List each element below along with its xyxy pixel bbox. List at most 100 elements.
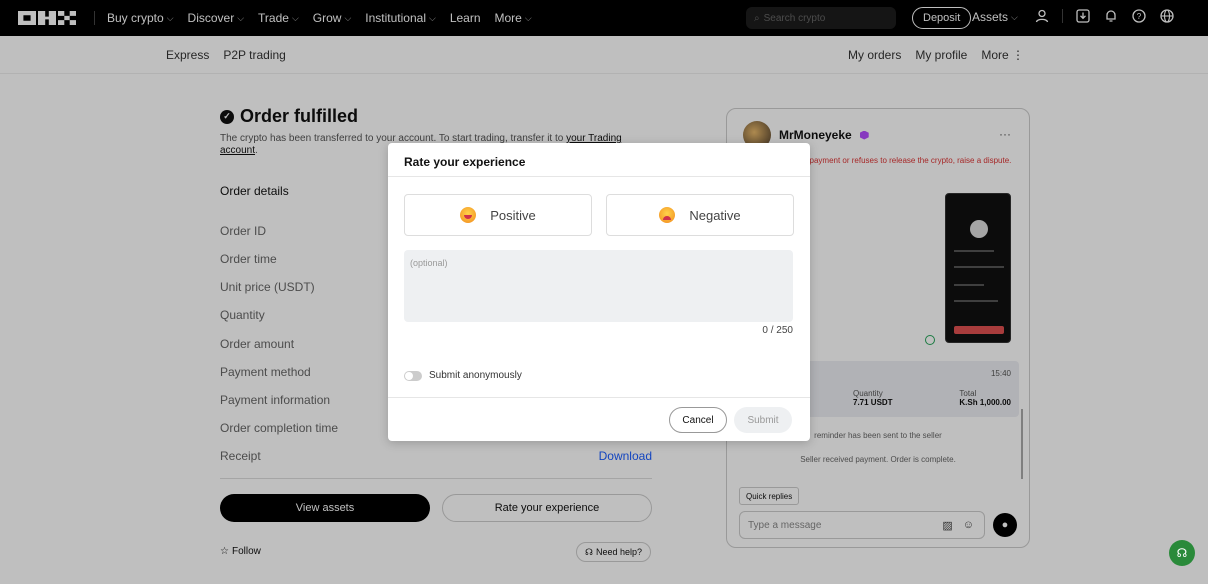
chevron-down-icon: ⌵	[166, 12, 174, 23]
bell-icon[interactable]	[1103, 8, 1119, 24]
image-upload-icon[interactable]: ▨	[942, 519, 952, 532]
help-icon[interactable]: ?	[1131, 8, 1147, 24]
delivered-check-icon	[925, 335, 935, 345]
image-avatar-shape	[970, 220, 988, 238]
nav-institutional[interactable]: Institutional ⌵	[365, 11, 436, 25]
card-time: 15:40	[990, 369, 1011, 378]
nav-discover[interactable]: Discover ⌵	[188, 11, 245, 25]
need-help-label: Need help?	[596, 547, 643, 557]
total-value: K.Sh 1,000.00	[959, 398, 1011, 407]
subnav-right: My orders My profile More ⋮	[848, 48, 1024, 62]
check-circle-icon: ✓	[220, 109, 234, 124]
positive-button[interactable]: Positive	[404, 194, 592, 236]
char-counter: 0 / 250	[762, 325, 793, 336]
rate-experience-modal: Rate your experience Positive Negative (…	[388, 143, 810, 441]
verified-badge-icon	[859, 130, 869, 140]
anonymous-toggle-row: Submit anonymously	[404, 370, 522, 381]
globe-icon[interactable]	[1159, 8, 1175, 24]
input-icons: ▨ ☺	[942, 519, 974, 532]
nav-learn[interactable]: Learn	[450, 11, 481, 25]
follow-label: Follow	[231, 546, 261, 557]
quantity-label: Quantity	[853, 389, 883, 398]
star-icon: ☆	[220, 546, 229, 557]
top-icons: ?	[1034, 8, 1175, 24]
rate-experience-button[interactable]: Rate your experience	[442, 494, 652, 522]
microphone-icon[interactable]: ●	[993, 513, 1017, 537]
subnav-more[interactable]: More ⋮	[981, 48, 1024, 62]
nav-label: More	[494, 11, 522, 25]
nav-label: Trade	[258, 11, 289, 25]
card-total: Total K.Sh 1,000.00	[959, 389, 1011, 407]
total-label: Total	[959, 389, 977, 398]
assets-menu[interactable]: Assets ⌵	[972, 10, 1018, 24]
chat-scrollbar[interactable]	[1021, 409, 1023, 479]
image-line	[954, 250, 994, 252]
subnav-express[interactable]: Express	[166, 48, 209, 62]
chevron-down-icon: ⌵	[237, 12, 245, 23]
chat-username[interactable]: MrMoneyeke	[779, 128, 852, 142]
subnav-my-profile[interactable]: My profile	[915, 48, 967, 62]
deposit-button[interactable]: Deposit	[912, 7, 972, 29]
image-red-bar	[954, 326, 1004, 334]
image-line	[954, 266, 1004, 268]
more-options-icon[interactable]: ···	[999, 127, 1011, 141]
follow-button[interactable]: ☆ Follow	[220, 546, 261, 557]
negative-label: Negative	[689, 207, 741, 223]
negative-button[interactable]: Negative	[606, 194, 794, 236]
order-title-text: Order fulfilled	[240, 106, 359, 126]
view-assets-button[interactable]: View assets	[220, 494, 430, 522]
main-nav: Buy crypto ⌵ Discover ⌵ Trade ⌵ Grow ⌵ Insti…	[107, 11, 532, 25]
need-help-button[interactable]: ☊ Need help?	[576, 542, 652, 562]
chevron-down-icon: ⌵	[428, 12, 436, 23]
nav-buy-crypto[interactable]: Buy crypto ⌵	[107, 11, 174, 25]
chevron-down-icon: ⌵	[524, 12, 532, 23]
message-input[interactable]: Type a message ▨ ☺	[739, 511, 985, 539]
headset-icon: ☊	[585, 546, 593, 557]
nav-label: Discover	[187, 11, 235, 25]
order-details-heading: Order details	[220, 184, 289, 198]
image-line	[954, 284, 984, 286]
image-line	[954, 300, 998, 302]
search-input[interactable]: ⌕ Search crypto	[746, 7, 896, 29]
sad-emoji-icon	[659, 207, 676, 223]
chevron-down-icon: ⌵	[1011, 11, 1018, 22]
quantity-value: 7.71 USDT	[853, 398, 893, 407]
subnav-my-orders[interactable]: My orders	[848, 48, 901, 62]
search-placeholder: Search crypto	[763, 12, 826, 24]
feedback-textarea[interactable]: (optional)	[404, 250, 793, 322]
anonymous-label: Submit anonymously	[429, 370, 522, 381]
subnav-p2p-trading[interactable]: P2P trading	[223, 48, 286, 62]
receipt-label: Receipt	[220, 449, 261, 463]
assets-label: Assets	[972, 10, 1009, 24]
nav-trade[interactable]: Trade ⌵	[258, 11, 299, 25]
nav-label: Grow	[312, 11, 342, 25]
download-receipt-link[interactable]: Download	[599, 449, 652, 463]
nav-label: Institutional	[365, 11, 426, 25]
emoji-icon[interactable]: ☺	[963, 519, 974, 532]
order-title: ✓ Order fulfilled	[220, 106, 660, 127]
textarea-placeholder: (optional)	[410, 258, 448, 268]
card-quantity: Quantity 7.71 USDT	[853, 389, 893, 407]
subtitle-end: .	[255, 145, 258, 156]
message-placeholder: Type a message	[748, 519, 822, 531]
chevron-down-icon: ⌵	[291, 12, 299, 23]
sub-navbar: Express P2P trading My orders My profile…	[0, 36, 1208, 74]
modal-title: Rate your experience	[404, 155, 526, 169]
okx-logo[interactable]	[18, 11, 76, 25]
nav-more[interactable]: More ⌵	[495, 11, 532, 25]
modal-divider	[388, 397, 810, 398]
quick-replies-button[interactable]: Quick replies	[739, 487, 800, 505]
support-chat-icon[interactable]: ☊	[1169, 540, 1195, 566]
nav-grow[interactable]: Grow ⌵	[313, 11, 352, 25]
detail-row-receipt: Receipt Download	[220, 449, 652, 463]
anonymous-toggle[interactable]	[404, 370, 422, 381]
svg-text:?: ?	[1137, 12, 1142, 21]
nav-label: Buy crypto	[107, 11, 164, 25]
system-message: Seller received payment. Order is comple…	[800, 455, 956, 464]
screenshot-image[interactable]	[945, 193, 1011, 343]
submit-button[interactable]: Submit	[734, 407, 792, 433]
cancel-button[interactable]: Cancel	[669, 407, 727, 433]
user-icon[interactable]	[1034, 8, 1050, 24]
download-icon[interactable]	[1075, 8, 1091, 24]
top-navbar: Buy crypto ⌵ Discover ⌵ Trade ⌵ Grow ⌵ Insti…	[0, 0, 1208, 36]
